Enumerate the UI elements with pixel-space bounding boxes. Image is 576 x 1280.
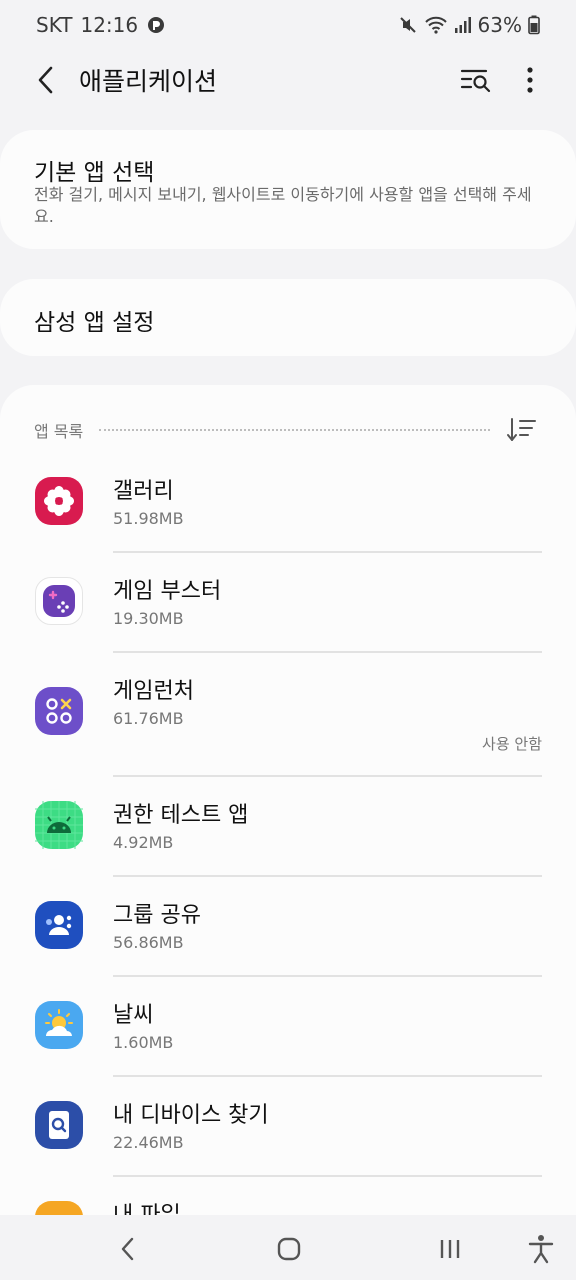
- app-size: 1.60MB: [113, 1033, 174, 1052]
- app-list-item-game-launcher[interactable]: 게임런처 61.76MB 사용 안함: [0, 653, 576, 777]
- game-launcher-icon: [35, 687, 83, 735]
- nav-home-button[interactable]: [269, 1229, 309, 1269]
- back-arrow-icon: [38, 66, 53, 94]
- app-list-header: 앱 목록: [34, 415, 542, 445]
- navigation-bar: [0, 1215, 576, 1280]
- nav-back-button[interactable]: [108, 1229, 148, 1269]
- app-name: 날씨: [113, 1003, 154, 1028]
- app-size: 56.86MB: [113, 933, 184, 952]
- default-apps-card[interactable]: 기본 앱 선택 전화 걸기, 메시지 보내기, 웹사이트로 이동하기에 사용할 …: [0, 130, 576, 249]
- search-list-icon: [460, 69, 491, 93]
- game-booster-icon: [35, 577, 83, 625]
- app-list-item-my-files[interactable]: 내 파일: [0, 1177, 576, 1215]
- app-notification-icon: [146, 15, 166, 35]
- app-size: 4.92MB: [113, 833, 174, 852]
- sort-button[interactable]: [502, 415, 542, 445]
- app-name: 게임 부스터: [113, 579, 222, 604]
- weather-icon: [35, 1001, 83, 1049]
- app-list-item-weather[interactable]: 날씨 1.60MB: [0, 977, 576, 1077]
- samsung-app-settings-card[interactable]: 삼성 앱 설정: [0, 279, 576, 356]
- find-my-device-icon: [35, 1101, 83, 1149]
- app-list-item-gallery[interactable]: 갤러리 51.98MB: [0, 453, 576, 553]
- app-list-item-group-share[interactable]: 그룹 공유 56.86MB: [0, 877, 576, 977]
- status-bar: SKT 12:16 63%: [0, 0, 576, 50]
- group-share-icon: [35, 901, 83, 949]
- page-title: 애플리케이션: [79, 67, 218, 96]
- nav-home-icon: [277, 1237, 301, 1261]
- more-options-button[interactable]: [514, 60, 546, 100]
- accessibility-button[interactable]: [521, 1229, 561, 1269]
- carrier-label: SKT: [36, 13, 73, 37]
- sort-icon: [507, 418, 536, 441]
- app-name: 내 파일: [113, 1197, 181, 1215]
- nav-recents-icon: [440, 1240, 460, 1258]
- search-list-button[interactable]: [456, 60, 496, 100]
- android-icon: [35, 801, 83, 849]
- battery-icon: [528, 15, 540, 35]
- app-size: 19.30MB: [113, 609, 184, 628]
- app-name: 내 디바이스 찾기: [113, 1103, 269, 1128]
- nav-back-icon: [121, 1237, 134, 1261]
- default-apps-title: 기본 앱 선택: [34, 160, 155, 186]
- my-files-icon: [35, 1201, 83, 1215]
- samsung-app-settings-title: 삼성 앱 설정: [34, 310, 155, 336]
- header-divider: [99, 429, 490, 431]
- app-list-item-game-booster[interactable]: 게임 부스터 19.30MB: [0, 553, 576, 653]
- more-options-icon: [527, 67, 533, 93]
- app-size: 61.76MB: [113, 709, 184, 728]
- app-name: 갤러리: [113, 479, 174, 504]
- app-size: 51.98MB: [113, 509, 184, 528]
- nav-recents-button[interactable]: [430, 1229, 470, 1269]
- app-size: 22.46MB: [113, 1133, 184, 1152]
- app-name: 게임런처: [113, 679, 194, 704]
- accessibility-icon: [528, 1235, 554, 1264]
- app-list-item-find-my-device[interactable]: 내 디바이스 찾기 22.46MB: [0, 1077, 576, 1177]
- wifi-icon: [424, 15, 448, 35]
- mute-icon: [398, 15, 418, 35]
- app-list-item-permission-test[interactable]: 권한 테스트 앱 4.92MB: [0, 777, 576, 877]
- clock: 12:16: [80, 13, 139, 37]
- signal-icon: [454, 16, 472, 34]
- app-status-disabled: 사용 안함: [482, 735, 542, 753]
- app-name: 권한 테스트 앱: [113, 803, 249, 828]
- app-list-label: 앱 목록: [34, 422, 84, 441]
- default-apps-description: 전화 걸기, 메시지 보내기, 웹사이트로 이동하기에 사용할 앱을 선택해 주…: [34, 185, 532, 226]
- gallery-icon: [35, 477, 83, 525]
- back-button[interactable]: [26, 60, 66, 100]
- app-bar: 애플리케이션: [0, 50, 576, 110]
- app-list-card: 앱 목록 갤러리 51.98MB 게임 부스터 19.30MB 게임런처 61.…: [0, 385, 576, 1215]
- battery-percent: 63%: [477, 13, 522, 37]
- app-name: 그룹 공유: [113, 903, 201, 928]
